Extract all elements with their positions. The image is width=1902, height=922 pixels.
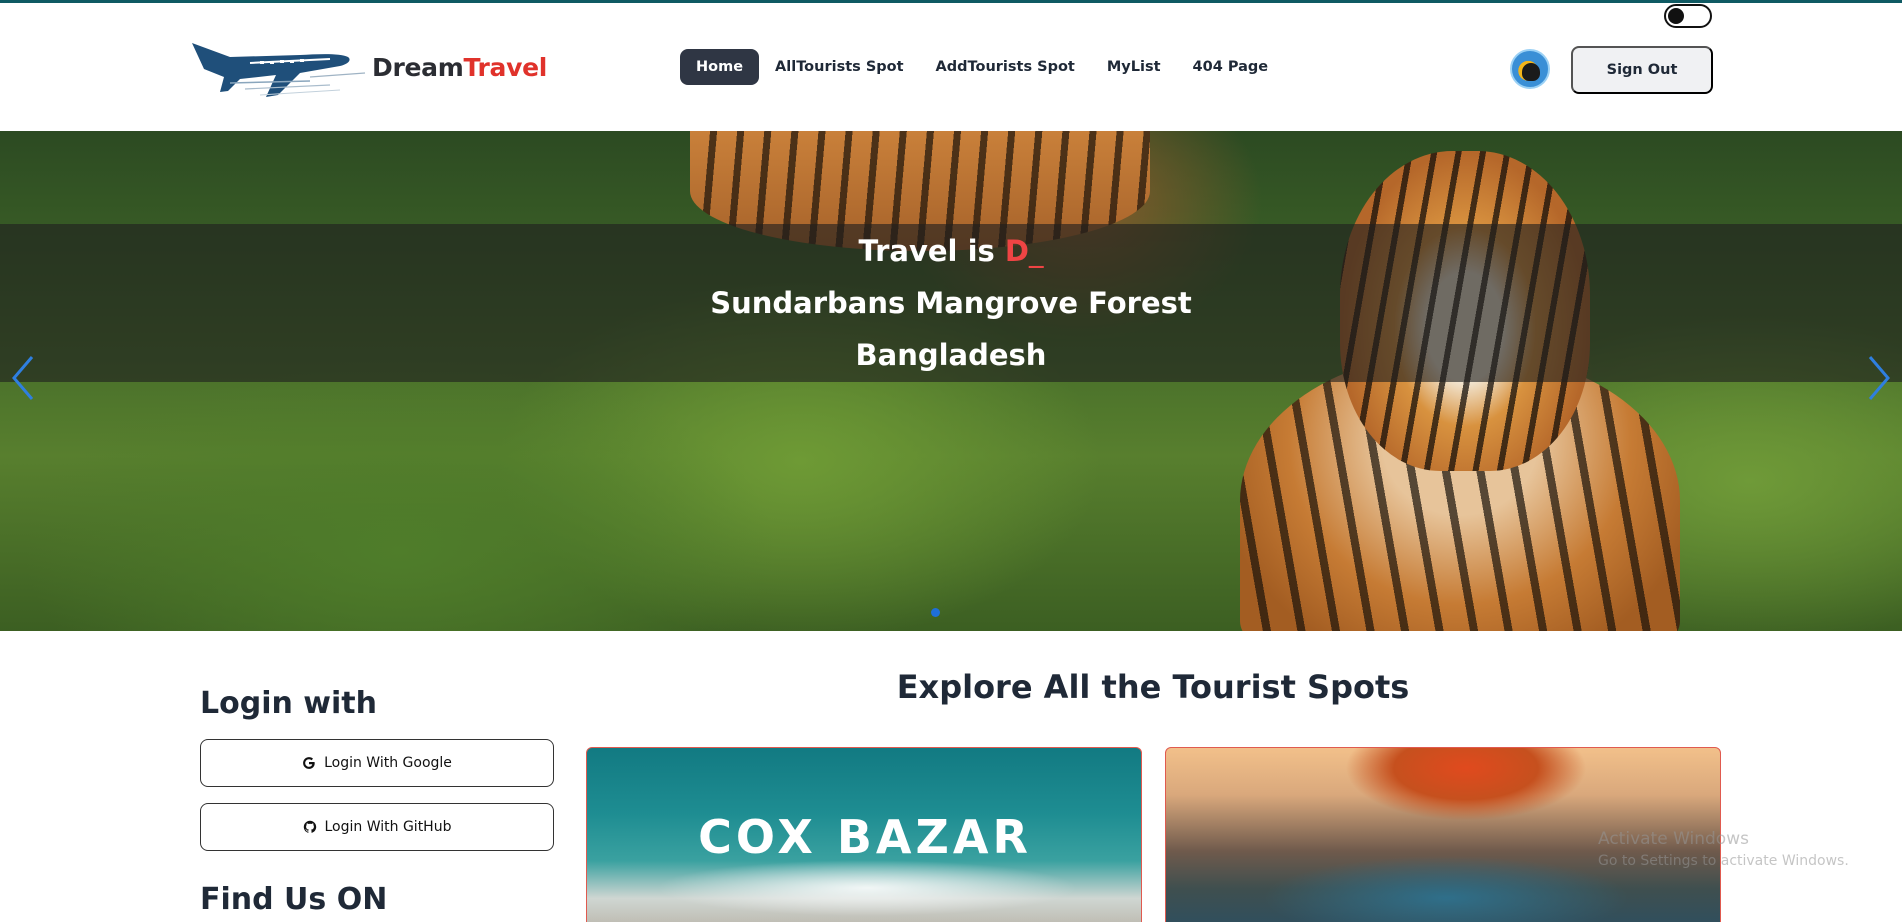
github-icon <box>303 820 317 834</box>
chevron-right-icon <box>1868 356 1890 400</box>
hero-country: Bangladesh <box>855 338 1047 372</box>
nav-add-tourists-spot[interactable]: AddTourists Spot <box>920 49 1091 85</box>
hero-tagline-prefix: Travel is <box>858 234 1005 268</box>
hero-tagline: Travel is D_ <box>0 234 1902 268</box>
login-google-label: Login With Google <box>324 755 452 771</box>
login-heading: Login with <box>200 686 377 721</box>
sign-out-button[interactable]: Sign Out <box>1571 46 1713 94</box>
airplane-icon <box>192 43 366 97</box>
spot-card-cox-bazar[interactable]: COX BAZAR <box>586 747 1142 922</box>
google-icon <box>302 756 316 770</box>
activate-windows-watermark: Activate Windows Go to Settings to activ… <box>1598 829 1849 869</box>
brand-name-part1: Dream <box>372 52 464 82</box>
login-google-button[interactable]: Login With Google <box>200 739 554 787</box>
chevron-left-icon <box>12 356 34 400</box>
slider-next-button[interactable] <box>1864 353 1894 403</box>
spot-card-image-text: COX BAZAR <box>698 810 1032 864</box>
navbar: DreamTravel Home AllTourists Spot AddTou… <box>0 3 1902 131</box>
main-nav: Home AllTourists Spot AddTourists Spot M… <box>680 49 1284 85</box>
hero-spot-name: Sundarbans Mangrove Forest <box>710 286 1192 320</box>
brand-name-part2: Travel <box>463 52 547 82</box>
nav-all-tourists-spot[interactable]: AllTourists Spot <box>759 49 920 85</box>
find-us-heading: Find Us ON <box>200 882 388 917</box>
brand-name: DreamTravel <box>372 53 547 82</box>
slider-prev-button[interactable] <box>8 353 38 403</box>
watermark-title: Activate Windows <box>1598 829 1749 849</box>
user-avatar[interactable] <box>1510 49 1550 89</box>
brand-logo[interactable]: DreamTravel <box>190 33 547 101</box>
nav-my-list[interactable]: MyList <box>1091 49 1177 85</box>
hero-slider: Travel is D_ Sundarbans Mangrove Forest … <box>0 131 1902 631</box>
nav-home[interactable]: Home <box>680 49 760 85</box>
login-github-button[interactable]: Login With GitHub <box>200 803 554 851</box>
explore-heading: Explore All the Tourist Spots <box>896 668 1410 706</box>
watermark-subtitle: Go to Settings to activate Windows. <box>1598 853 1849 869</box>
login-github-label: Login With GitHub <box>324 819 452 835</box>
hero-typed-text: D <box>1004 234 1029 268</box>
slider-pagination-dot[interactable] <box>931 608 940 617</box>
nav-404-page[interactable]: 404 Page <box>1177 49 1285 85</box>
typing-cursor: _ <box>1028 234 1044 268</box>
